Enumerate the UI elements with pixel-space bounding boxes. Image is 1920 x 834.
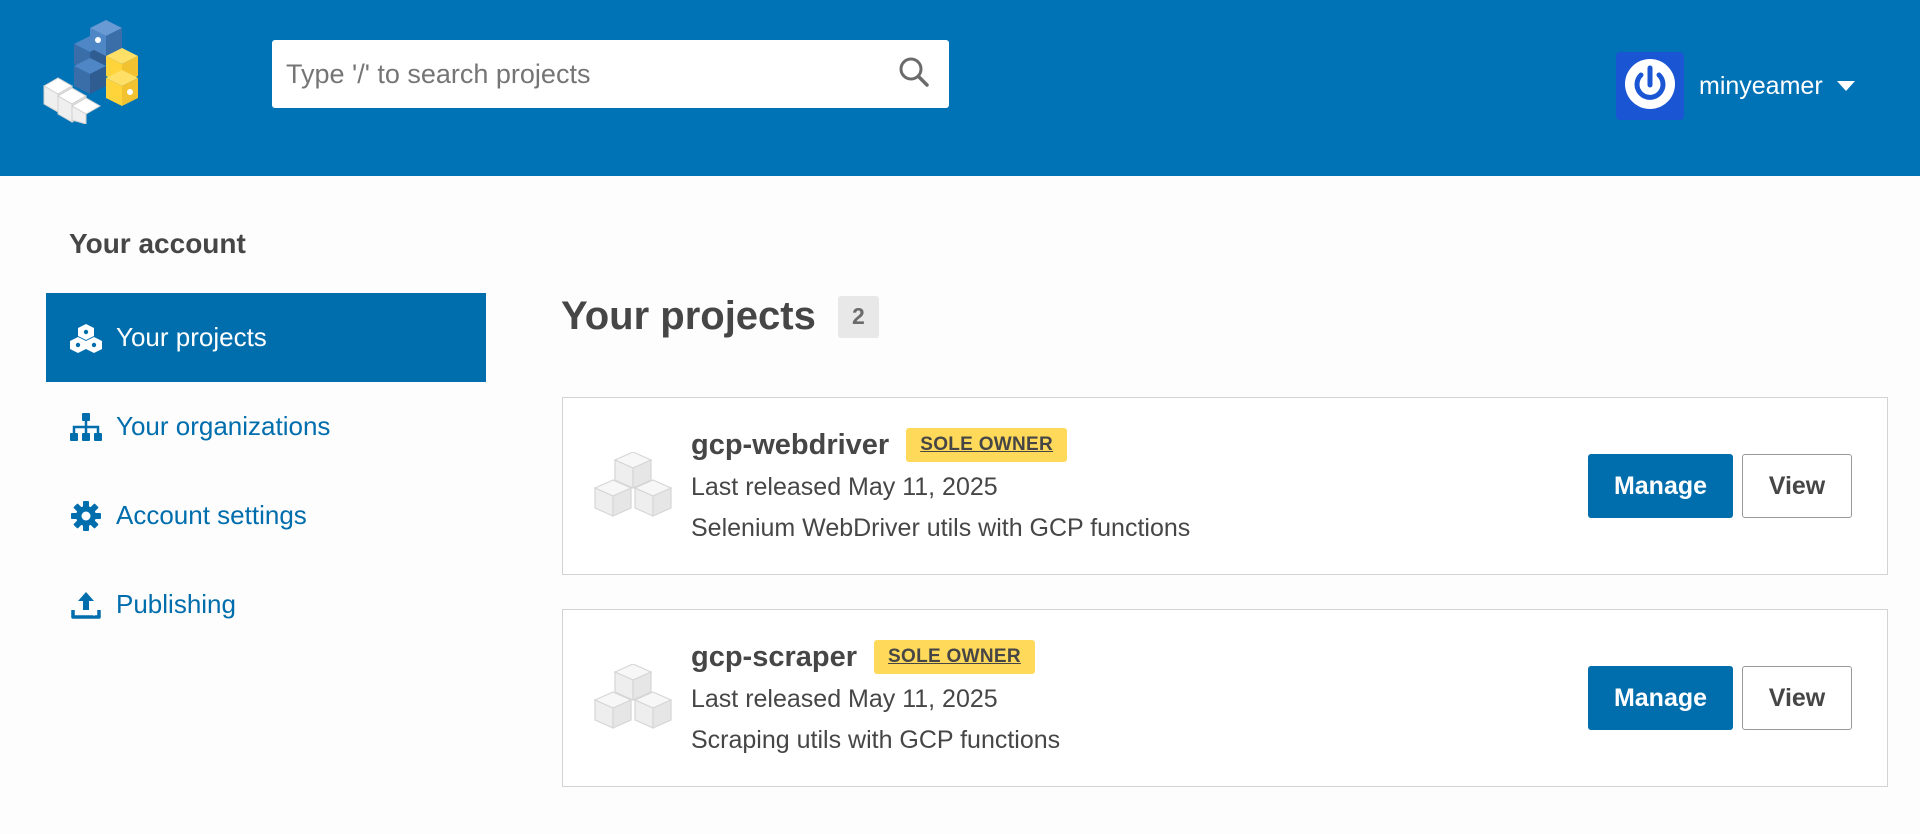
cubes-icon [70, 322, 102, 354]
project-card: gcp-webdriver SOLE OWNER Last released M… [562, 397, 1888, 575]
username: minyeamer [1699, 71, 1823, 100]
upload-icon [70, 589, 102, 621]
role-badge[interactable]: SOLE OWNER [906, 428, 1068, 462]
chevron-down-icon [1836, 81, 1855, 91]
manage-button[interactable]: Manage [1588, 666, 1733, 730]
package-icon [593, 451, 673, 524]
project-count-badge: 2 [837, 295, 879, 338]
view-button[interactable]: View [1742, 666, 1852, 730]
role-badge[interactable]: SOLE OWNER [874, 640, 1035, 674]
project-card: gcp-scraper SOLE OWNER Last released May… [562, 609, 1888, 787]
page-title: Your projects [561, 294, 816, 338]
sidebar-heading: Your account [69, 228, 246, 259]
sidebar-item-your-organizations[interactable]: Your organizations [46, 382, 486, 471]
project-name-row: gcp-scraper SOLE OWNER [691, 640, 1035, 674]
search-button[interactable] [879, 40, 949, 108]
project-name-row: gcp-webdriver SOLE OWNER [691, 428, 1068, 462]
account-sidebar: Your projects Your organizations Account… [46, 293, 486, 649]
search-icon [898, 56, 930, 93]
site-header: minyeamer [0, 0, 1920, 176]
project-name[interactable]: gcp-scraper [691, 641, 857, 674]
avatar [1616, 52, 1684, 120]
power-icon [1624, 58, 1676, 115]
pypi-logo-icon[interactable] [40, 20, 158, 125]
sitemap-icon [70, 411, 102, 443]
sidebar-item-your-projects[interactable]: Your projects [46, 293, 486, 382]
project-actions: Manage View [1588, 666, 1852, 730]
last-released: Last released May 11, 2025 [691, 685, 998, 713]
package-icon [593, 663, 673, 736]
sidebar-item-publishing[interactable]: Publishing [46, 560, 486, 649]
sidebar-item-label: Account settings [116, 500, 307, 530]
project-description: Scraping utils with GCP functions [691, 726, 1061, 754]
gear-icon [70, 500, 102, 532]
sidebar-item-label: Your projects [116, 322, 267, 352]
search-input[interactable] [272, 40, 879, 108]
manage-button[interactable]: Manage [1588, 454, 1733, 518]
sidebar-item-label: Your organizations [116, 411, 331, 441]
project-actions: Manage View [1588, 454, 1852, 518]
sidebar-item-account-settings[interactable]: Account settings [46, 471, 486, 560]
last-released: Last released May 11, 2025 [691, 473, 998, 501]
project-description: Selenium WebDriver utils with GCP functi… [691, 514, 1191, 542]
sidebar-item-label: Publishing [116, 589, 236, 619]
search-box [272, 40, 949, 108]
view-button[interactable]: View [1742, 454, 1852, 518]
project-name[interactable]: gcp-webdriver [691, 429, 889, 462]
page-title-row: Your projects 2 [561, 294, 879, 339]
user-menu-button[interactable]: minyeamer [1616, 52, 1855, 120]
